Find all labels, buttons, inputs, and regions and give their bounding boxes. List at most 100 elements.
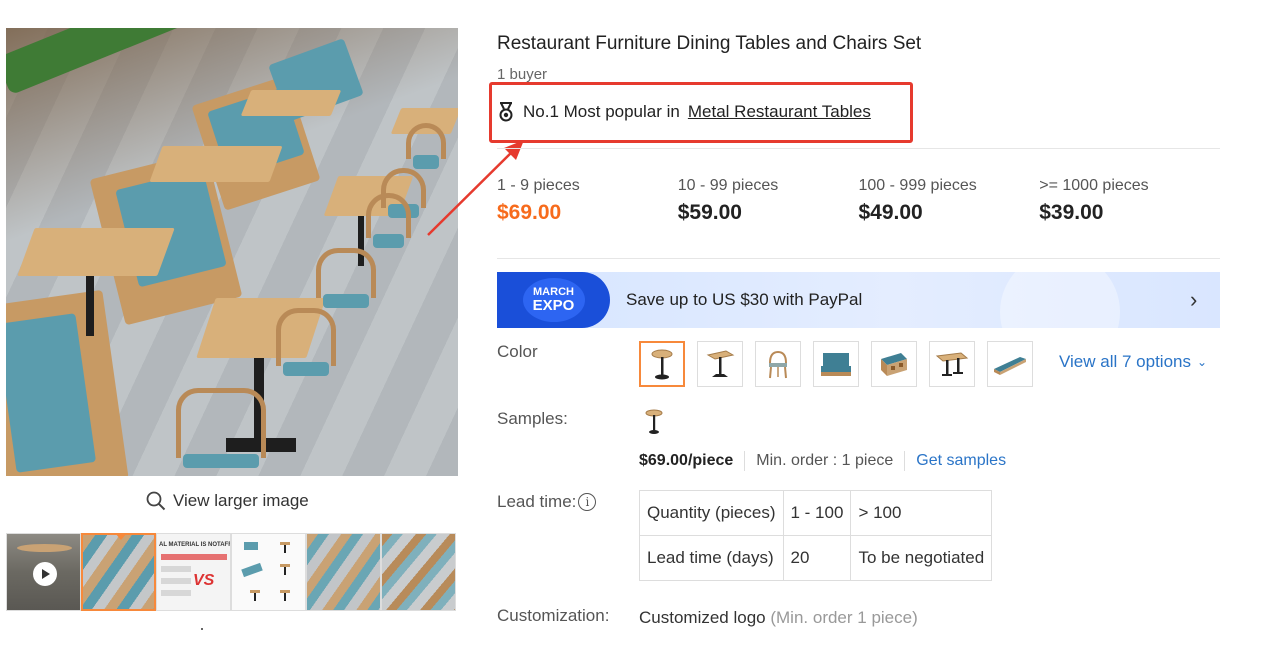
price-tier: >= 1000 pieces $39.00 — [1039, 177, 1220, 225]
mini-table — [280, 542, 290, 553]
table-cell: > 100 — [850, 490, 993, 536]
separator — [904, 451, 906, 471]
chair-icon — [769, 350, 787, 379]
chair — [366, 193, 411, 248]
view-all-options-link[interactable]: View all 7 options ⌄ — [1059, 352, 1207, 372]
thumbnail-comparison[interactable]: AL MATERIAL IS NOTAFRAID OF PR VS — [156, 533, 231, 611]
color-option-booth[interactable] — [813, 341, 859, 387]
section-divider — [497, 258, 1220, 259]
customization-option: Customized logo — [639, 608, 766, 627]
customization-value: Customized logo (Min. order 1 piece) — [639, 608, 918, 628]
comparison-row — [161, 578, 191, 584]
medal-icon — [499, 102, 513, 122]
tier-price: $39.00 — [1039, 201, 1104, 224]
samples-label: Samples: — [497, 409, 568, 428]
rank-category-link[interactable]: Metal Restaurant Tables — [688, 102, 871, 122]
comparison-row — [161, 566, 191, 572]
table-cell: To be negotiated — [850, 535, 993, 581]
mini-table — [280, 564, 290, 575]
mini-booth — [241, 562, 263, 578]
table-leg — [86, 276, 94, 336]
color-option-storage-booth[interactable] — [871, 341, 917, 387]
dining-table — [240, 90, 342, 116]
play-icon — [33, 562, 57, 586]
tier-price: $59.00 — [677, 201, 742, 224]
chair — [406, 123, 446, 169]
thumbnail-caption: AL MATERIAL IS NOTAFRAID OF PR — [159, 542, 230, 548]
magnifier-icon — [146, 491, 166, 511]
table-row: Lead time (days) 20 To be negotiated — [639, 535, 993, 581]
customization-note: (Min. order 1 piece) — [770, 608, 918, 627]
view-larger-image-button[interactable]: View larger image — [146, 489, 309, 513]
tier-range: 10 - 99 pieces — [677, 177, 779, 194]
price-tier: 100 - 999 pieces $49.00 — [859, 177, 1040, 225]
price-tier: 1 - 9 pieces $69.00 — [497, 177, 678, 225]
view-all-label: View all 7 options — [1059, 352, 1191, 371]
carousel-dot — [201, 628, 203, 630]
badge-bottom-text: EXPO — [532, 297, 575, 314]
tier-range: 100 - 999 pieces — [858, 177, 977, 194]
chair — [316, 248, 376, 308]
bench-icon — [994, 357, 1026, 375]
product-main-image[interactable] — [6, 28, 458, 476]
sample-min-order: Min. order : 1 piece — [756, 452, 894, 469]
color-options — [639, 341, 1033, 387]
info-icon[interactable]: i — [578, 493, 597, 511]
product-title: Restaurant Furniture Dining Tables and C… — [497, 33, 922, 54]
table-cell: 20 — [782, 535, 852, 581]
tier-price: $49.00 — [858, 201, 923, 224]
chevron-right-icon: › — [1190, 287, 1198, 312]
color-option-chair[interactable] — [755, 341, 801, 387]
versus-mark: VS — [193, 572, 215, 589]
thumbnail-scene[interactable] — [306, 533, 381, 611]
tier-range: >= 1000 pieces — [1039, 177, 1149, 194]
price-tier: 10 - 99 pieces $59.00 — [678, 177, 859, 225]
color-option-square-table[interactable] — [697, 341, 743, 387]
color-option-round-table[interactable] — [639, 341, 685, 387]
march-expo-badge: MARCH EXPO — [497, 272, 610, 328]
paypal-promo-banner[interactable]: MARCH EXPO Save up to US $30 with PayPal… — [497, 272, 1220, 328]
view-larger-label: View larger image — [173, 491, 309, 510]
thumbnail-catalog[interactable] — [231, 533, 306, 611]
chair — [276, 308, 336, 376]
chair — [176, 388, 266, 468]
long-table-icon — [935, 352, 969, 376]
thumbnail-table — [17, 544, 72, 552]
dining-table — [149, 146, 283, 182]
table-header-cell: Quantity (pieces) — [639, 490, 784, 536]
sample-table-icon — [645, 409, 663, 434]
mini-table — [250, 590, 260, 601]
color-option-bench[interactable] — [987, 341, 1033, 387]
square-table-icon — [706, 350, 735, 377]
comparison-row — [161, 590, 191, 596]
mini-booth — [244, 542, 258, 550]
storage-booth-icon — [881, 353, 907, 376]
mini-table — [280, 590, 290, 601]
customization-label: Customization: — [497, 606, 610, 625]
badge-logo: MARCH EXPO — [522, 278, 585, 322]
price-tiers: 1 - 9 pieces $69.00 10 - 99 pieces $59.0… — [497, 177, 1220, 225]
get-samples-link[interactable]: Get samples — [916, 452, 1006, 470]
table-row: Quantity (pieces) 1 - 100 > 100 — [639, 490, 993, 536]
color-label: Color — [497, 342, 538, 361]
color-option-long-table[interactable] — [929, 341, 975, 387]
thumbnail-strip: AL MATERIAL IS NOTAFRAID OF PR VS — [6, 533, 458, 611]
dining-table — [17, 228, 175, 276]
separator — [744, 451, 746, 471]
table-header-cell: Lead time (days) — [639, 535, 784, 581]
chevron-down-icon: ⌄ — [1197, 355, 1208, 369]
thumbnail-video[interactable] — [6, 533, 81, 611]
buyer-count: 1 buyer — [497, 66, 548, 83]
thumbnail-scene[interactable] — [381, 533, 456, 611]
lead-time-table: Quantity (pieces) 1 - 100 > 100 Lead tim… — [639, 490, 993, 581]
sample-details: $69.00/piece Min. order : 1 piece Get sa… — [639, 451, 1006, 471]
tier-price: $69.00 — [497, 201, 562, 224]
popularity-rank: No.1 Most popular in Metal Restaurant Ta… — [497, 102, 871, 122]
comparison-row — [161, 554, 227, 560]
rank-prefix: No.1 Most popular in — [523, 102, 680, 121]
lead-time-text: Lead time: — [497, 492, 577, 511]
tier-range: 1 - 9 pieces — [497, 177, 580, 194]
thumbnail-selected[interactable] — [81, 533, 156, 611]
round-table-icon — [651, 349, 673, 380]
sample-price: $69.00/piece — [639, 452, 734, 469]
